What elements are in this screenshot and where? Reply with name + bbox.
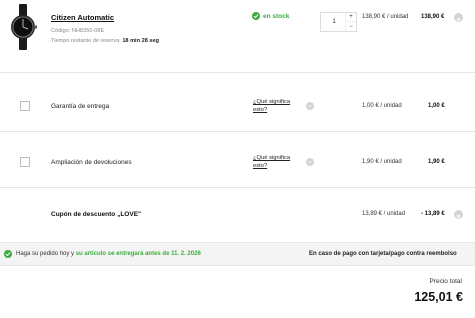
info-icon[interactable] (306, 102, 314, 110)
delivery-info-bar: Haga su pedido hoy y su artículo se entr… (0, 242, 475, 266)
close-icon (456, 206, 461, 224)
reservation-timer: Tiempo restante de reserva: 18 min 28 se… (51, 38, 160, 44)
delivery-date-text: su artículo se entregará antes de 11. 2.… (75, 251, 201, 257)
reservation-time: 18 min 28 seg (122, 38, 160, 44)
delivery-guarantee-line-total: 1,00 € (428, 103, 445, 109)
quantity-increase-button[interactable]: + (345, 13, 356, 22)
product-unit-price: 138,90 € / unidad (362, 14, 409, 20)
delivery-guarantee-info-link[interactable]: ¿Qué significa esto? (253, 98, 303, 114)
info-icon[interactable] (306, 158, 314, 166)
coupon-unit-price: 13,89 € / unidad (362, 211, 406, 217)
product-line-total: 138,90 € (421, 14, 445, 20)
total-price-value: 125,01 € (414, 290, 463, 304)
total-price-label: Precio total (429, 278, 462, 285)
coupon-line-total: - 13,89 € (421, 211, 445, 217)
payment-note: En caso de pago con tarjeta/pago contra … (309, 251, 457, 257)
delivery-guarantee-checkbox[interactable] (20, 101, 30, 111)
stock-status-text: en stock (263, 12, 290, 20)
coupon-label: Cupón de descuento „LOVE" (51, 211, 142, 218)
product-name-link[interactable]: Citizen Automatic (51, 13, 114, 22)
check-circle-icon (4, 250, 12, 258)
delivery-guarantee-label: Garantía de entrega (51, 103, 110, 110)
delivery-estimate: Haga su pedido hoy y su artículo se entr… (4, 250, 201, 258)
return-extension-checkbox[interactable] (20, 157, 30, 167)
return-extension-info-link[interactable]: ¿Qué significa esto? (253, 154, 303, 170)
product-code: Código: NH8350-08E (51, 28, 105, 34)
check-circle-icon (252, 12, 260, 20)
quantity-stepper: 1 + − (320, 12, 357, 32)
quantity-input[interactable]: 1 (321, 13, 347, 31)
return-extension-unit-price: 1,90 € / unidad (362, 159, 402, 165)
remove-product-button[interactable] (454, 13, 463, 22)
stock-status: en stock (252, 12, 289, 20)
product-image[interactable] (6, 4, 40, 50)
return-extension-line-total: 1,90 € (428, 159, 445, 165)
close-icon (456, 9, 461, 27)
delivery-guarantee-unit-price: 1,00 € / unidad (362, 103, 402, 109)
delivery-text: Haga su pedido hoy y (16, 251, 76, 257)
remove-coupon-button[interactable] (454, 210, 463, 219)
return-extension-label: Ampliación de devoluciones (51, 159, 132, 166)
quantity-decrease-button[interactable]: − (345, 22, 356, 31)
